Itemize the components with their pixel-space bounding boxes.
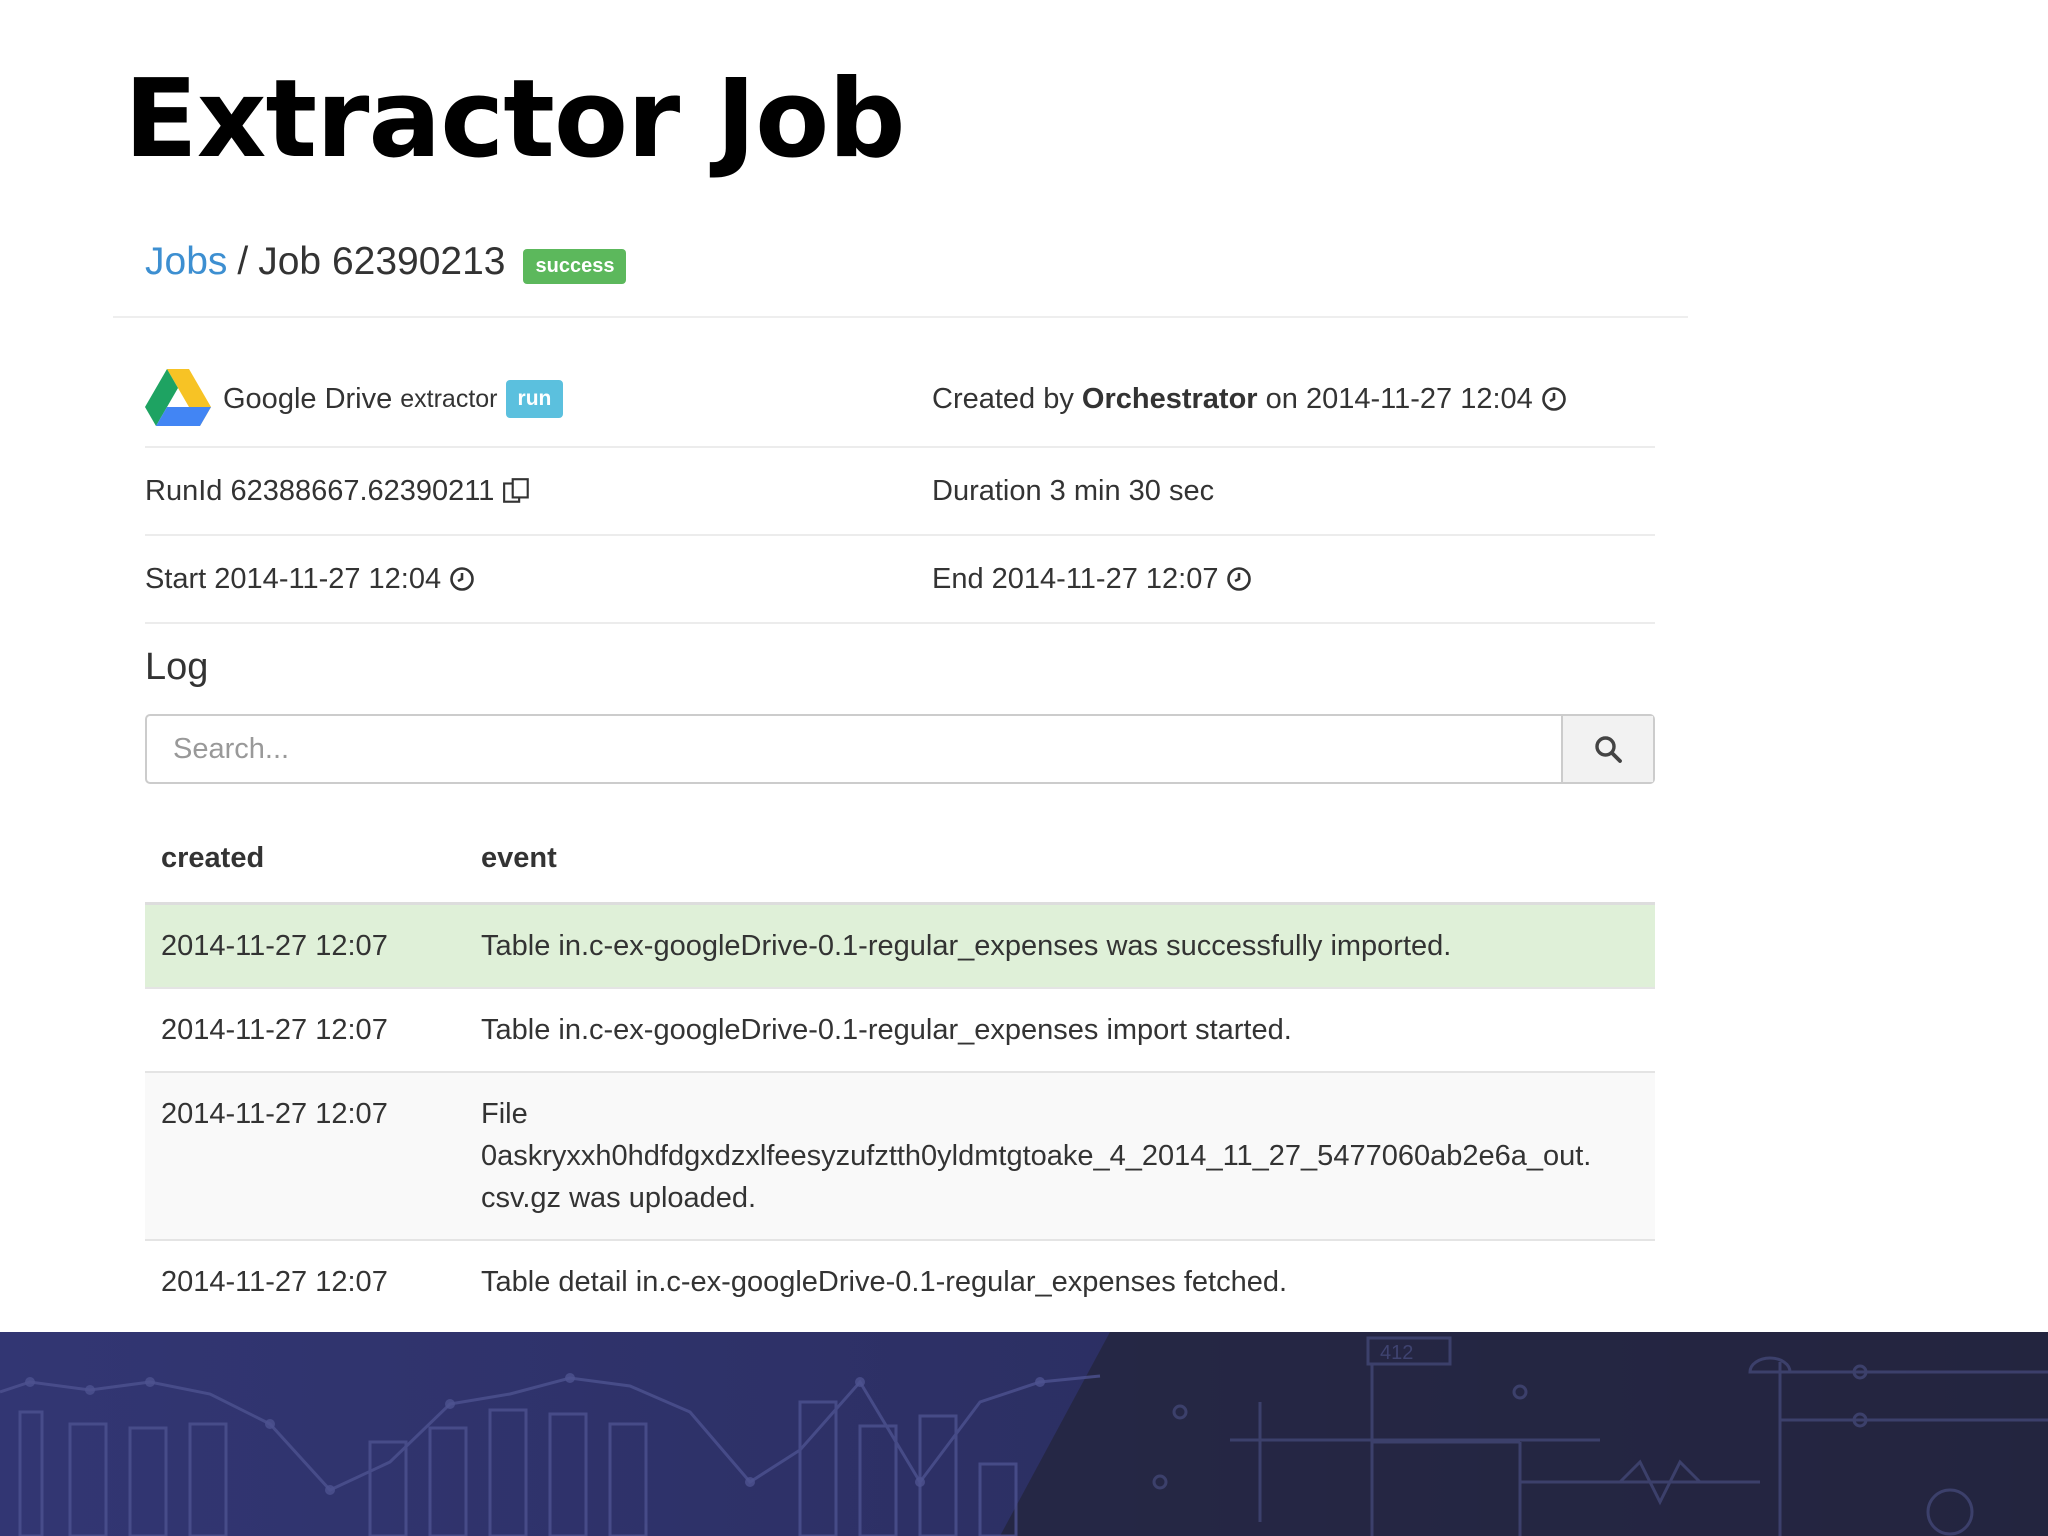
divider <box>113 316 1688 318</box>
event-line: File <box>481 1098 528 1130</box>
search-input[interactable] <box>147 716 1561 782</box>
created-cell: 2014-11-27 12:07 <box>145 987 465 1072</box>
jobs-link[interactable]: Jobs <box>145 240 227 284</box>
breadcrumb: Jobs / Job 62390213 success <box>145 240 627 284</box>
table-row: 2014-11-27 12:07 File 0askryxxh0hdfdgxdz… <box>145 1071 1655 1240</box>
google-drive-logo <box>145 369 211 426</box>
start-time: Start 2014-11-27 12:04 <box>145 562 442 595</box>
breadcrumb-separator: / <box>237 240 249 283</box>
component-name[interactable]: Google Drive <box>223 383 392 416</box>
end-time: End 2014-11-27 12:07 <box>932 562 1219 595</box>
log-search <box>145 714 1655 784</box>
job-detail-screenshot: Jobs / Job 62390213 success Google Drive… <box>113 214 1688 1332</box>
table-row: 2014-11-27 12:07 Table in.c-ex-googleDri… <box>145 987 1655 1072</box>
created-on: on 2014-11-27 12:04 <box>1265 382 1533 415</box>
log-heading: Log <box>145 646 209 688</box>
info-row-times: Start 2014-11-27 12:04 End 2014-11-27 12… <box>145 536 1655 624</box>
search-icon <box>1595 736 1622 763</box>
created-by-name: Orchestrator <box>1081 382 1258 415</box>
column-header-created: created <box>145 814 465 905</box>
job-title: Job 62390213 <box>258 240 506 283</box>
component-type: extractor <box>400 384 498 413</box>
event-cell: Table in.c-ex-googleDrive-0.1-regular_ex… <box>465 902 1655 988</box>
slide-footer-banner: 412 <box>0 1332 2048 1536</box>
log-header-row: created event <box>145 814 1655 905</box>
status-badge: success <box>523 248 627 284</box>
clock-icon <box>450 567 474 591</box>
footer-sign-text: 412 <box>1380 1342 1413 1364</box>
run-id: RunId 62388667.62390211 <box>145 474 495 507</box>
created-cell: 2014-11-27 12:07 <box>145 1071 465 1240</box>
run-id-cell: RunId 62388667.62390211 <box>145 448 532 534</box>
event-cell: File 0askryxxh0hdfdgxdzxlfeesyzufztth0yl… <box>465 1071 1655 1240</box>
clock-icon <box>1227 567 1252 591</box>
duration-cell: Duration 3 min 30 sec <box>932 448 1214 534</box>
copy-icon[interactable] <box>502 476 532 506</box>
info-row-run: RunId 62388667.62390211 Duration 3 min 3… <box>145 448 1655 536</box>
slide-title: Extractor Job <box>124 57 906 182</box>
info-row-component: Google Drive extractor run Created by Or… <box>145 352 1655 448</box>
created-by-prefix: Created by <box>932 382 1074 415</box>
event-cell: Table detail in.c-ex-googleDrive-0.1-reg… <box>465 1239 1655 1323</box>
event-cell: Table in.c-ex-googleDrive-0.1-regular_ex… <box>465 987 1655 1072</box>
run-badge: run <box>505 380 564 418</box>
created-cell: 2014-11-27 12:07 <box>145 1239 465 1323</box>
search-button[interactable] <box>1561 716 1653 782</box>
created-cell: 2014-11-27 12:07 <box>145 902 465 988</box>
table-row: 2014-11-27 12:07 Table in.c-ex-googleDri… <box>145 902 1655 988</box>
start-cell: Start 2014-11-27 12:04 <box>145 536 475 622</box>
end-cell: End 2014-11-27 12:07 <box>932 536 1252 622</box>
event-line: 0askryxxh0hdfdgxdzxlfeesyzufztth0yldmtgt… <box>481 1140 1592 1172</box>
created-by-cell: Created by Orchestrator on 2014-11-27 12… <box>932 352 1567 446</box>
log-table: created event 2014-11-27 12:07 Table in.… <box>145 814 1655 1323</box>
event-line: csv.gz was uploaded. <box>481 1182 757 1214</box>
component-cell: Google Drive extractor run <box>145 352 564 446</box>
footer-decoration: 412 <box>0 1332 2048 1536</box>
column-header-event: event <box>465 814 1655 905</box>
table-row: 2014-11-27 12:07 Table detail in.c-ex-go… <box>145 1239 1655 1323</box>
duration: Duration 3 min 30 sec <box>932 474 1215 507</box>
clock-icon <box>1541 387 1566 411</box>
